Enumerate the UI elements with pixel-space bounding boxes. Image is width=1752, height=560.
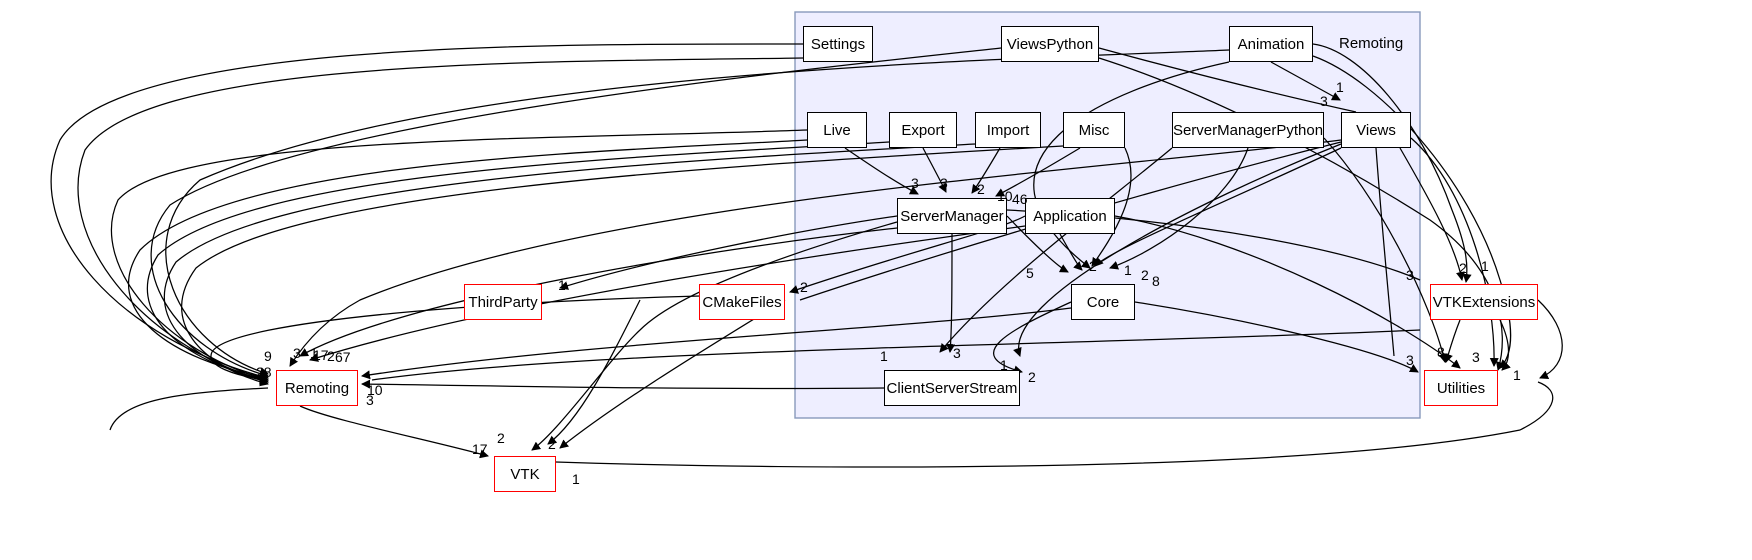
- graph-node-viewspython[interactable]: ViewsPython: [1001, 26, 1099, 62]
- graph-node-label: Misc: [1078, 121, 1110, 139]
- graph-node-settings[interactable]: Settings: [803, 26, 873, 62]
- graph-node-animation[interactable]: Animation: [1229, 26, 1313, 62]
- graph-node-label: ServerManagerPython: [1172, 121, 1324, 139]
- edge-weight-rem-9: 9: [264, 348, 272, 364]
- edge-weight-css-3: 3: [953, 345, 961, 361]
- graph-node-cmakefiles[interactable]: CMakeFiles: [699, 284, 785, 320]
- edge-weight-sm-3b: 3: [940, 175, 948, 191]
- graph-node-label: Application: [1033, 207, 1107, 225]
- graph-node-label: CMakeFiles: [702, 293, 782, 311]
- graph-node-core[interactable]: Core: [1071, 284, 1135, 320]
- graph-node-label: Core: [1086, 293, 1120, 311]
- graph-node-label: ServerManager: [900, 207, 1004, 225]
- edge-weight-rem-3b: 3: [366, 392, 374, 408]
- graph-node-views[interactable]: Views: [1341, 112, 1411, 148]
- graph-node-label: Import: [986, 121, 1030, 139]
- edge-weight-css-2: 2: [1028, 369, 1036, 385]
- graph-canvas: [50, 11, 1563, 468]
- edge-weight-vtk-1: 1: [572, 471, 580, 487]
- edge-weight-vtk-2a: 2: [497, 430, 505, 446]
- edge-weight-core-2a: 2: [1089, 258, 1097, 274]
- graph-node-label: VTKExtensions: [1432, 293, 1536, 311]
- edge-weight-vtke-3: 3: [1406, 267, 1414, 283]
- graph-node-label: Remoting: [284, 379, 350, 397]
- edge-weight-rem-67: 67: [335, 349, 351, 365]
- edge-weight-core-5: 5: [1026, 265, 1034, 281]
- edge-weight-vtke-1: 1: [1481, 258, 1489, 274]
- graph-node-label: Export: [901, 121, 945, 139]
- edge-weight-sm-2: 2: [977, 181, 985, 197]
- edge-weight-views-3: 3: [1320, 93, 1328, 109]
- dependency-graph: Remoting Settings ViewsPython Animation Liv…: [0, 0, 1752, 560]
- graph-node-servermanager[interactable]: ServerManager: [897, 198, 1007, 234]
- graph-node-vtk[interactable]: VTK: [494, 456, 556, 492]
- edge-weight-views-1: 1: [1336, 79, 1344, 95]
- graph-node-label: ClientServerStream: [886, 379, 1018, 397]
- graph-node-label: ViewsPython: [1006, 35, 1094, 53]
- graph-node-label: Live: [823, 121, 851, 139]
- edge-weight-css-1b: 1: [1000, 357, 1008, 373]
- edge-weight-core-2b: 2: [1141, 267, 1149, 283]
- edge-weight-sm-3a: 3: [911, 175, 919, 191]
- edge-weight-rem-2: 2: [327, 348, 335, 364]
- graph-node-label: Animation: [1237, 35, 1305, 53]
- edge-weight-rem-28: 28: [256, 364, 272, 380]
- edge-weight-util-3a: 3: [1406, 352, 1414, 368]
- edge-weight-util-8: 8: [1437, 344, 1445, 360]
- edge-weight-sm-10: 10: [997, 188, 1013, 204]
- graph-node-clientserverstream[interactable]: ClientServerStream: [884, 370, 1020, 406]
- graph-node-label: Settings: [810, 35, 866, 53]
- edge-weight-vtk-17: 17: [472, 441, 488, 457]
- graph-node-import[interactable]: Import: [975, 112, 1041, 148]
- edge-weight-cmf-2: 2: [800, 279, 808, 295]
- edge-weight-util-1: 1: [1513, 367, 1521, 383]
- graph-node-label: Views: [1356, 121, 1396, 139]
- graph-node-label: ThirdParty: [468, 293, 538, 311]
- graph-node-servermanagerpython[interactable]: ServerManagerPython: [1172, 112, 1324, 148]
- graph-node-application[interactable]: Application: [1025, 198, 1115, 234]
- edge-weight-tp-1: 1: [558, 277, 566, 293]
- graph-node-remoting[interactable]: Remoting: [276, 370, 358, 406]
- graph-node-utilities[interactable]: Utilities: [1424, 370, 1498, 406]
- edge-weight-vtke-2: 2: [1459, 260, 1467, 276]
- graph-node-thirdparty[interactable]: ThirdParty: [464, 284, 542, 320]
- graph-node-live[interactable]: Live: [807, 112, 867, 148]
- edge-weight-rem-3: 3: [293, 345, 301, 361]
- edge-weight-sm-46: 46: [1012, 191, 1028, 207]
- cluster-label-remoting: Remoting: [1339, 35, 1404, 52]
- edge-weight-core-1: 1: [1124, 262, 1132, 278]
- graph-node-misc[interactable]: Misc: [1063, 112, 1125, 148]
- graph-node-label: VTK: [510, 465, 540, 483]
- graph-node-vtkextensions[interactable]: VTKExtensions: [1430, 284, 1538, 320]
- edge-weight-vtk-2b: 2: [548, 436, 556, 452]
- graph-node-label: Utilities: [1436, 379, 1486, 397]
- edge-weight-util-3b: 3: [1472, 349, 1480, 365]
- edge-weight-core-8: 8: [1152, 273, 1160, 289]
- graph-node-export[interactable]: Export: [889, 112, 957, 148]
- edge-weight-css-1: 1: [880, 348, 888, 364]
